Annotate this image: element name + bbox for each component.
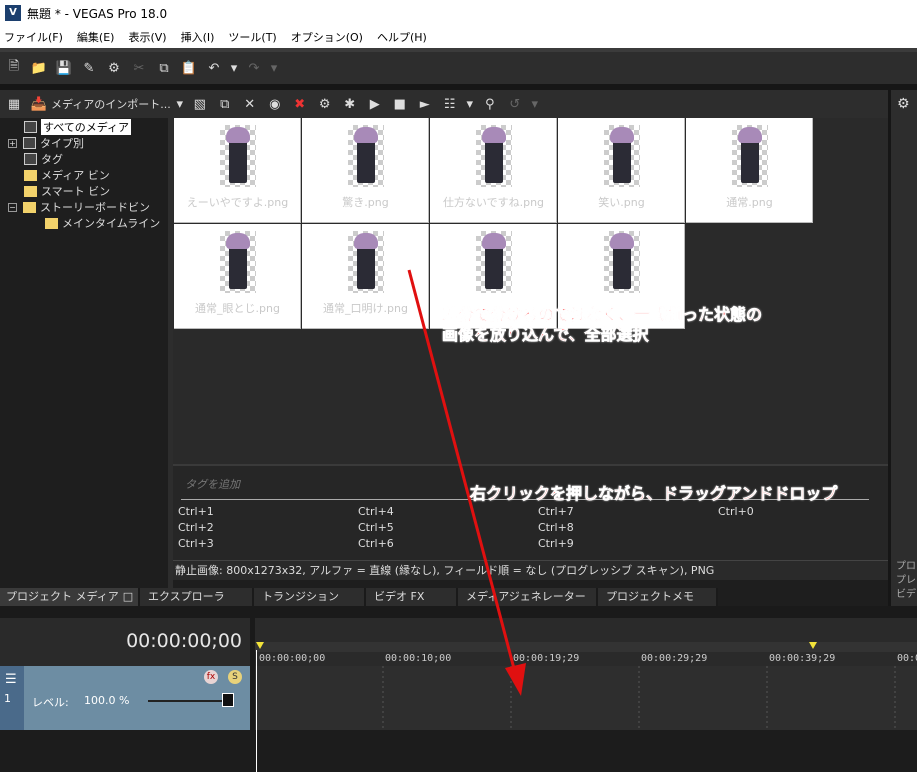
annotation-text: 差分で分けるのではなく、一式揃った状態の 画像を放り込んで、全部選択 (442, 305, 763, 345)
drag-arrow-annotation (407, 269, 526, 696)
annotation-text: 右クリックを押しながら、ドラッグアンドドロップ (470, 484, 838, 504)
